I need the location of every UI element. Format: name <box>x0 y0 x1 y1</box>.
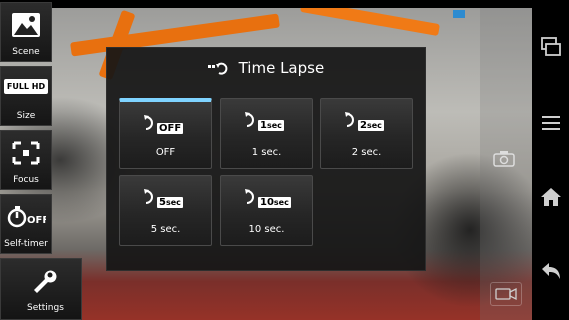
option-1-sec[interactable]: 1sec 1 sec. <box>220 98 313 169</box>
back-icon <box>541 263 560 279</box>
dialog-title-text: Time Lapse <box>238 59 325 77</box>
sec-badge: 10sec <box>258 197 291 208</box>
scene-icon <box>12 13 40 37</box>
option-2-sec[interactable]: 2sec 2 sec. <box>320 98 413 169</box>
sec-badge: 1sec <box>258 120 284 131</box>
focus-icon <box>12 141 40 165</box>
size-button[interactable]: FULL HD Size <box>0 66 52 126</box>
camera-shutter-icon[interactable] <box>492 150 516 168</box>
option-off[interactable]: OFF OFF <box>119 98 212 169</box>
scene-label: Scene <box>12 47 40 57</box>
sec-badge: 5sec <box>157 197 183 208</box>
full-hd-icon: FULL HD <box>3 79 49 94</box>
back-button[interactable] <box>532 252 569 292</box>
self-timer-label: Self-timer <box>4 239 48 249</box>
dialog-title: Time Lapse <box>107 58 425 78</box>
option-label: 5 sec. <box>150 224 181 235</box>
home-button[interactable] <box>532 178 569 218</box>
recent-apps-button[interactable] <box>532 28 569 68</box>
top-status-strip <box>0 0 532 8</box>
self-timer-button[interactable]: OFF Self-timer <box>0 194 52 254</box>
option-label: 10 sec. <box>248 224 285 235</box>
time-lapse-off-icon: OFF <box>143 114 193 136</box>
option-10-sec[interactable]: 10sec 10 sec. <box>220 175 313 246</box>
scene-button[interactable]: Scene <box>0 2 52 62</box>
home-icon <box>540 188 561 206</box>
time-lapse-10-sec-icon: 10sec <box>244 188 294 210</box>
system-navigation-bar <box>532 0 569 320</box>
option-label: 2 sec. <box>351 147 382 158</box>
option-label: OFF <box>155 147 176 158</box>
time-lapse-2-sec-icon: 2sec <box>344 111 394 133</box>
option-5-sec[interactable]: 5sec 5 sec. <box>119 175 212 246</box>
menu-button[interactable] <box>532 104 569 144</box>
settings-button[interactable]: Settings <box>0 258 82 320</box>
self-timer-off-text: OFF <box>27 215 46 226</box>
option-label: 1 sec. <box>251 147 282 158</box>
time-lapse-5-sec-icon: 5sec <box>143 188 193 210</box>
size-label: Size <box>16 111 36 121</box>
video-mode-icon[interactable] <box>490 282 522 306</box>
time-lapse-1-sec-icon: 1sec <box>244 111 294 133</box>
wrench-icon <box>34 270 57 293</box>
settings-label: Settings <box>27 303 64 313</box>
menu-icon <box>541 116 560 130</box>
self-timer-icon: OFF <box>7 206 46 228</box>
sec-badge: 2sec <box>358 120 384 131</box>
focus-button[interactable]: Focus <box>0 130 52 190</box>
off-badge: OFF <box>157 123 184 134</box>
time-lapse-icon <box>207 62 228 75</box>
focus-label: Focus <box>13 175 39 185</box>
recent-apps-icon <box>540 37 561 56</box>
storage-indicator <box>453 10 465 18</box>
time-lapse-dialog: Time Lapse OFF OFF 1sec 1 sec. 2sec 2 se… <box>106 47 426 271</box>
